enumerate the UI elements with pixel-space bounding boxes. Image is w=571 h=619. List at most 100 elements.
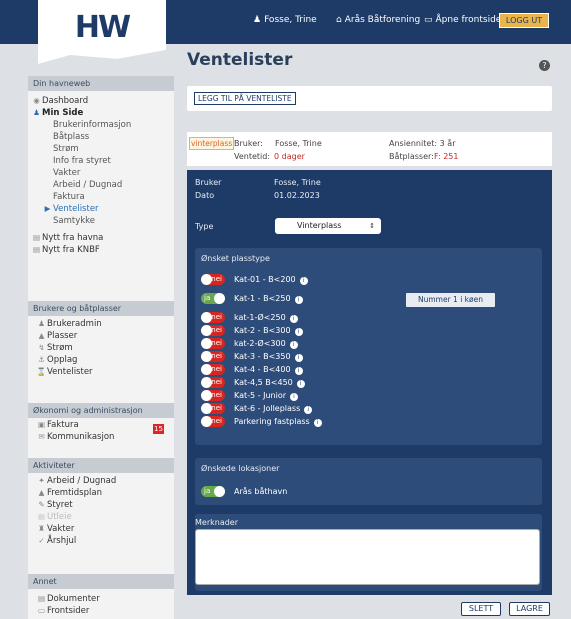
sidebar-item-label: Ventelister	[47, 367, 93, 377]
waitlist-type-badge[interactable]: vinterplass	[189, 137, 235, 150]
category-item: Kat-4,5 B<450 i	[234, 378, 305, 388]
type-select[interactable]: Vinterplass ⇕	[275, 218, 381, 234]
summary-user-label: Bruker:	[234, 139, 263, 148]
help-icon[interactable]: ?	[539, 60, 550, 71]
sidebar-item-dokumenter[interactable]: ▤ Dokumenter	[28, 593, 174, 605]
sidebar-item-styret[interactable]: ✎ Styret	[28, 499, 174, 511]
sidebar-item-brukeradmin[interactable]: ♟ Brukeradmin	[28, 318, 174, 330]
section-annet: Annet	[28, 574, 174, 589]
home-icon: ⌂	[336, 15, 342, 25]
user-icon: ♟	[253, 15, 262, 25]
sidebar-item-utleie[interactable]: ▦ Utleie	[28, 511, 174, 523]
info-icon[interactable]: i	[289, 315, 298, 323]
sidebar-item-label: Kommunikasjon	[47, 432, 115, 442]
section-aktiviteter: Aktiviteter	[28, 458, 174, 473]
queue-position-button[interactable]: Nummer 1 i køen	[406, 293, 495, 307]
user-menu[interactable]: ♟ Fosse, Trine	[253, 15, 317, 25]
category-toggle[interactable]: nei	[201, 312, 225, 323]
location-toggle[interactable]: ja	[201, 486, 225, 497]
category-toggle[interactable]: nei	[201, 338, 225, 349]
info-icon[interactable]: i	[304, 406, 313, 414]
sidebar-item-faktura[interactable]: Faktura	[28, 191, 174, 203]
sidebar-item-ventelister[interactable]: ▶ Ventelister	[28, 203, 174, 215]
form-date-value: 01.02.2023	[274, 191, 320, 200]
category-item: Parkering fastplass i	[234, 417, 322, 427]
sidebar-item-min-side[interactable]: ♟ Min Side	[28, 107, 174, 119]
sidebar-item-nytt-havna[interactable]: ▤ Nytt fra havna	[28, 232, 174, 244]
save-button[interactable]: LAGRE	[509, 602, 550, 616]
location-label: Arås båthavn	[234, 487, 288, 496]
delete-button[interactable]: SLETT	[461, 602, 501, 616]
caret-right-icon: ▶	[44, 204, 51, 213]
sidebar-item-arbeid[interactable]: Arbeid / Dugnad	[28, 179, 174, 191]
category-toggle[interactable]: nei	[201, 364, 225, 375]
logout-button[interactable]: LOGG UT	[499, 13, 549, 28]
sidebar-item-opplag[interactable]: ⚓ Opplag	[28, 354, 174, 366]
toggle-text: nei	[211, 313, 222, 321]
category-label: Parkering fastplass	[234, 417, 310, 426]
sidebar-item-arshjul[interactable]: ✓ Årshjul	[28, 535, 174, 547]
info-icon[interactable]: i	[290, 393, 298, 401]
wrench-icon: ✦	[38, 476, 45, 485]
logo[interactable]: HW	[38, 0, 166, 64]
notes-textarea[interactable]	[195, 529, 540, 585]
category-item: Kat-3 - B<350 i	[234, 352, 303, 362]
toggle-text: nei	[211, 275, 222, 283]
category-item: kat-1-Ø<250 i	[234, 313, 298, 323]
category-item: Kat-01 - B<200 i	[234, 275, 308, 285]
info-icon[interactable]: i	[294, 367, 303, 375]
sidebar-item-arbeid2[interactable]: ✦ Arbeid / Dugnad	[28, 475, 174, 487]
sidebar-item-plasser[interactable]: ▲ Plasser	[28, 330, 174, 342]
category-item: Kat-2 - B<300 i	[234, 326, 303, 336]
info-icon[interactable]: i	[299, 277, 308, 285]
monitor-icon: ▭	[37, 606, 46, 615]
sidebar-item-vakter[interactable]: Vakter	[28, 167, 174, 179]
sidebar-item-label: Ventelister	[53, 204, 99, 214]
category-toggle[interactable]: nei	[201, 351, 225, 362]
toggle-text: ja	[204, 487, 211, 495]
category-toggle[interactable]: nei	[201, 390, 225, 401]
add-to-waitlist-button[interactable]: LEGG TIL PÅ VENTELISTE	[194, 92, 296, 105]
open-frontpages-link[interactable]: ▭ Åpne frontsider	[424, 15, 505, 25]
category-toggle[interactable]: nei	[201, 416, 225, 427]
org-name: Arås Båtforening	[344, 15, 421, 25]
toggle-text: nei	[211, 378, 222, 386]
category-toggle[interactable]: nei	[201, 403, 225, 414]
category-toggle[interactable]: ja	[201, 293, 225, 304]
sidebar-item-frontsider[interactable]: ▭ Frontsider	[28, 605, 174, 617]
info-icon[interactable]: i	[296, 380, 305, 388]
info-icon[interactable]: i	[294, 354, 303, 362]
org-link[interactable]: ⌂ Arås Båtforening	[336, 15, 420, 25]
summary-waittime-value: 0 dager	[274, 152, 305, 161]
sidebar-item-batplass[interactable]: Båtplass	[28, 131, 174, 143]
sidebar-item-dashboard[interactable]: ◉ Dashboard	[28, 95, 174, 107]
sidebar-item-strom[interactable]: Strøm	[28, 143, 174, 155]
sidebar-item-nytt-knbf[interactable]: ▤ Nytt fra KNBF	[28, 244, 174, 256]
sidebar-item-vakter2[interactable]: ♜ Vakter	[28, 523, 174, 535]
toggle-knob	[214, 486, 225, 497]
info-icon[interactable]: i	[294, 328, 303, 336]
category-toggle[interactable]: nei	[201, 325, 225, 336]
info-icon[interactable]: i	[294, 296, 303, 304]
sidebar-item-info-styret[interactable]: Info fra styret	[28, 155, 174, 167]
sidebar-item-fremtidsplan[interactable]: ▲ Fremtidsplan	[28, 487, 174, 499]
category-toggle[interactable]: nei	[201, 274, 225, 285]
info-icon[interactable]: i	[313, 419, 322, 427]
summary-berths-value: F: 251	[434, 152, 459, 161]
type-select-value: Vinterplass	[297, 221, 342, 230]
category-label: Kat-6 - Jolleplass	[234, 404, 301, 413]
info-icon[interactable]: i	[289, 341, 298, 349]
sidebar-item-ventelister2[interactable]: ⌛Ventelister	[28, 366, 174, 378]
toggle-knob	[201, 351, 212, 362]
plasstype-section: Ønsket plasstype nei Kat-01 - B<200 i ja Kat…	[195, 248, 542, 445]
toggle-text: nei	[211, 339, 222, 347]
category-toggle[interactable]: nei	[201, 377, 225, 388]
category-label: Kat-5 - Junior	[234, 391, 286, 400]
sidebar-item-label: Strøm	[47, 343, 73, 353]
sidebar-item-samtykke[interactable]: Samtykke	[28, 215, 174, 227]
sidebar-item-strom2[interactable]: ↯ Strøm	[28, 342, 174, 354]
chat-icon: ✉	[38, 432, 45, 441]
toggle-knob	[201, 364, 212, 375]
sidebar-item-brukerinformasjon[interactable]: Brukerinformasjon	[28, 119, 174, 131]
category-item: Kat-6 - Jolleplass i	[234, 404, 313, 414]
